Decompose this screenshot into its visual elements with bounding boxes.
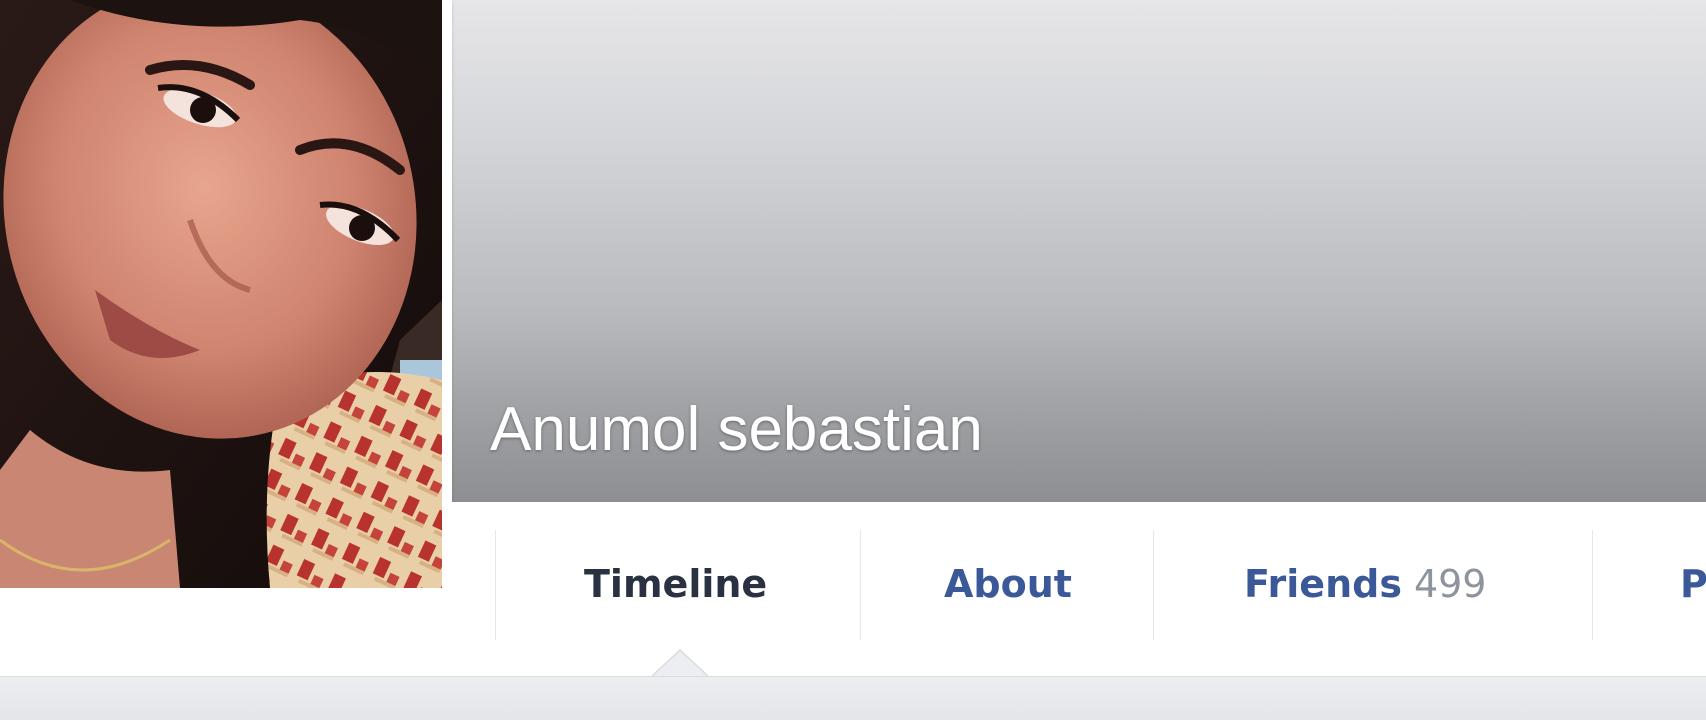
tab-divider: [860, 530, 861, 640]
tab-about-label: About: [944, 562, 1072, 606]
friends-count: 499: [1413, 562, 1487, 606]
tab-friends[interactable]: Friends 499: [1244, 562, 1486, 618]
tab-divider: [495, 530, 496, 640]
tab-photos[interactable]: P: [1680, 562, 1706, 618]
tab-timeline[interactable]: Timeline: [584, 562, 767, 618]
profile-picture[interactable]: [0, 0, 442, 588]
active-tab-caret-icon: [652, 648, 708, 677]
tab-divider: [1592, 530, 1593, 640]
profile-nav-tabs: Timeline About Friends 499 P: [452, 502, 1706, 676]
tab-friends-label: Friends: [1244, 562, 1402, 606]
page-content-strip: [0, 676, 1706, 720]
profile-picture-frame: [0, 0, 452, 606]
tab-timeline-label: Timeline: [584, 562, 768, 606]
profile-page: Anumol sebastian Timeline About Friends …: [0, 0, 1706, 720]
profile-photo-image: [0, 0, 442, 588]
profile-picture-underlay: [0, 606, 452, 676]
tab-about[interactable]: About: [944, 562, 1072, 618]
cover-photo[interactable]: Anumol sebastian: [452, 0, 1706, 502]
profile-name[interactable]: Anumol sebastian: [490, 394, 983, 465]
tab-photos-label: P: [1680, 562, 1706, 606]
tab-divider: [1153, 530, 1154, 640]
